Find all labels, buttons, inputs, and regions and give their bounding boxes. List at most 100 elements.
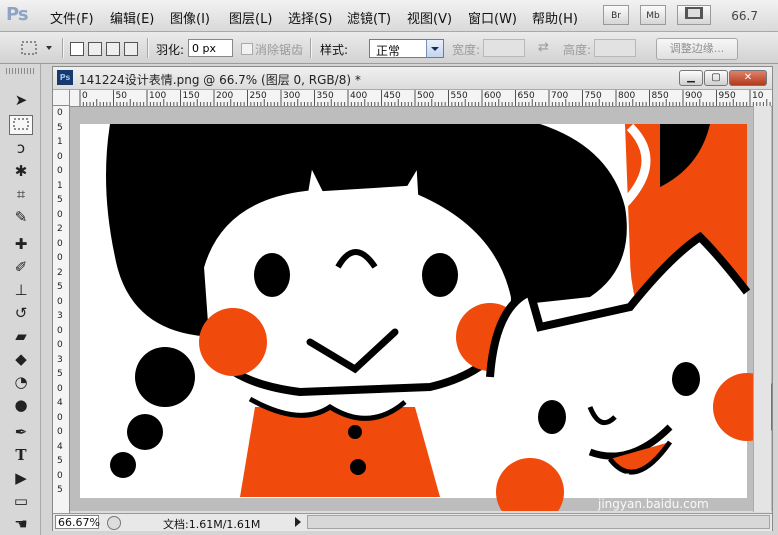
document-tab[interactable]: Ps 141224设计表情.png @ 66.7% (图层 0, RGB/8) … [53,67,772,90]
menu-image[interactable]: 图像(I) [170,8,210,27]
ruler-label: 900 [685,91,703,101]
minimize-button[interactable]: ▁ [679,70,703,86]
close-button[interactable]: ✕ [729,70,767,86]
ruler-label: 2 [57,267,63,278]
chevron-down-icon [426,40,443,57]
intersect-selection-button[interactable] [124,42,138,56]
clone-stamp-tool-icon[interactable]: ⊥ [9,280,33,300]
menu-layer[interactable]: 图层(L) [229,8,272,27]
ruler-label: 50 [115,91,127,101]
swap-icon[interactable]: ⇄ [538,40,549,55]
eyedropper-tool-icon[interactable]: ✎ [9,207,33,227]
ruler-label: 650 [517,91,535,101]
ruler-label: 350 [316,91,334,101]
lasso-tool-icon[interactable]: ↄ [9,138,33,158]
ruler-label: 0 [57,325,63,336]
baidu-watermark: Baidu经验 [595,470,700,494]
ruler-label: 4 [57,441,63,452]
bridge-button[interactable]: Br [603,5,629,25]
ruler-label: 3 [57,311,63,321]
ruler-label: 0 [57,108,63,118]
width-label: 宽度: [452,43,481,57]
eraser-tool-icon[interactable]: ▰ [9,326,33,346]
magic-wand-tool-icon[interactable]: ✱ [9,161,33,181]
vertical-scrollbar[interactable] [753,106,771,512]
toolbox: ➤ ↄ ✱ ⌗ ✎ ✚ ✐ ⊥ ↺ ▰ ◆ ◔ ● ✒ T ▶ ▭ ☚ [0,64,41,535]
ruler-label: 300 [283,91,301,101]
dress-button-top [348,425,362,439]
separator [310,38,312,58]
ruler-label: 450 [383,91,401,101]
healing-brush-tool-icon[interactable]: ✚ [9,234,33,254]
brush-tool-icon[interactable]: ✐ [9,257,33,277]
crop-tool-icon[interactable]: ⌗ [9,184,33,204]
subtract-selection-button[interactable] [106,42,120,56]
girl-right-eye [422,253,458,297]
status-menu-icon[interactable] [107,516,121,530]
type-tool-icon[interactable]: T [9,445,33,465]
hand-tool-icon[interactable]: ☚ [9,514,33,534]
ruler-label: 550 [450,91,468,101]
artwork-canvas[interactable] [70,107,772,511]
mini-bridge-button[interactable]: Mb [640,5,666,25]
zoom-level[interactable]: 66.7 [731,9,758,23]
toolbox-grip[interactable] [6,68,34,74]
menu-window[interactable]: 窗口(W) [468,8,517,27]
paint-bucket-tool-icon[interactable]: ◆ [9,349,33,369]
add-selection-button[interactable] [88,42,102,56]
menu-select[interactable]: 选择(S) [288,8,332,27]
width-input[interactable] [483,39,525,57]
feather-input[interactable] [188,39,233,57]
menu-filter[interactable]: 滤镜(T) [347,8,391,27]
refine-edge-button[interactable]: 调整边缘... [656,38,738,60]
sponge-tool-icon[interactable]: ● [9,395,33,415]
style-select[interactable]: 正常 [369,39,444,58]
history-brush-tool-icon[interactable]: ↺ [9,303,33,323]
ruler-label: 850 [651,91,669,101]
ruler-label: 5 [57,122,63,133]
left-cheek-blush [199,308,267,376]
marquee-tool-icon[interactable] [9,115,33,135]
hair-bun-medium [127,414,163,450]
move-tool-icon[interactable]: ➤ [9,90,33,110]
ruler-label: 750 [584,91,602,101]
menu-view[interactable]: 视图(V) [407,8,452,27]
marquee-preset-picker[interactable] [20,40,54,56]
rectangle-tool-icon[interactable]: ▭ [9,491,33,511]
antialias-checkbox[interactable] [241,43,253,55]
status-arrow-icon[interactable] [295,517,301,527]
status-bar: 66.67% 文档:1.61M/1.61M [53,513,772,531]
ruler-origin[interactable] [53,90,70,106]
dress-button-bottom [350,459,366,475]
ruler-label: 600 [484,91,502,101]
horizontal-scrollbar[interactable] [307,515,770,529]
zoom-field[interactable]: 66.67% [55,515,100,529]
dodge-tool-icon[interactable]: ◔ [9,372,33,392]
ruler-label: 10 [752,91,764,101]
ruler-label: 800 [618,91,636,101]
ruler-label: 0 [57,166,63,176]
canvas-area[interactable] [70,107,772,511]
film-icon [685,7,703,19]
menu-file[interactable]: 文件(F) [50,8,94,27]
document-size: 文档:1.61M/1.61M [163,518,261,531]
ruler-label: 4 [57,398,63,408]
screen-mode-button[interactable] [677,5,711,25]
menu-edit[interactable]: 编辑(E) [110,8,154,27]
path-selection-tool-icon[interactable]: ▶ [9,468,33,488]
rectangular-marquee-icon [21,41,52,55]
new-selection-button[interactable] [70,42,84,56]
vertical-ruler[interactable]: 051001502002503003504004505 [53,106,70,514]
ruler-label: 0 [57,470,63,481]
photoshop-logo: Ps [6,4,29,25]
ruler-label: 0 [57,340,63,350]
ruler-label: 0 [57,253,63,263]
menu-help[interactable]: 帮助(H) [532,8,578,27]
maximize-button[interactable]: ▢ [704,70,728,86]
height-input[interactable] [594,39,636,57]
ps-document-icon: Ps [57,70,73,85]
horizontal-ruler[interactable]: 0 50 100 150 200 250 300 350 400 450 500 550 600 650 7… [70,90,772,107]
ruler-label: 1 [57,137,63,147]
ruler-label: 5 [57,456,63,466]
pen-tool-icon[interactable]: ✒ [9,422,33,442]
